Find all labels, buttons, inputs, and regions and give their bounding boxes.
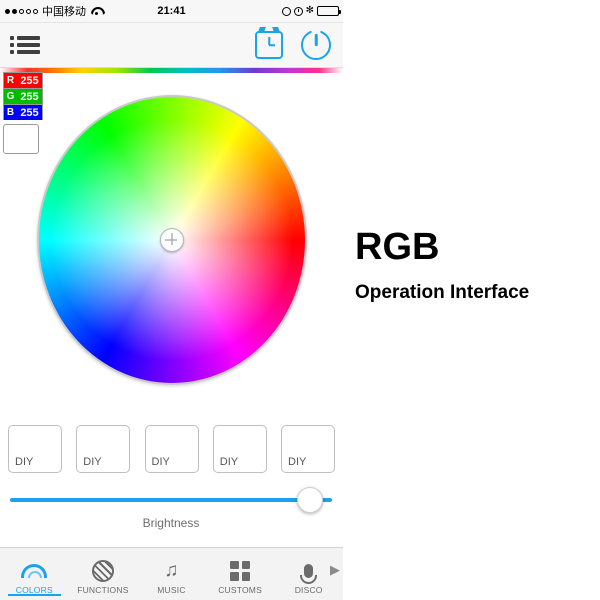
diy-button-2[interactable]: DIY xyxy=(76,425,131,473)
striped-circle-icon xyxy=(69,558,138,584)
diy-button-3[interactable]: DIY xyxy=(144,425,199,473)
brightness-slider-track[interactable] xyxy=(10,487,332,513)
diy-button-label: DIY xyxy=(219,456,239,468)
caption-block: RGB Operation Interface xyxy=(355,228,595,304)
menu-dot xyxy=(10,43,14,47)
color-wheel[interactable] xyxy=(34,92,312,390)
color-wheel-disc[interactable] xyxy=(37,95,307,385)
tab-functions[interactable]: FUNCTIONS xyxy=(69,554,138,595)
grid-squares-icon xyxy=(206,558,275,584)
diy-button-label: DIY xyxy=(15,456,34,468)
tab-customs[interactable]: CUSTOMS xyxy=(206,554,275,595)
tab-label: CUSTOMS xyxy=(218,584,262,595)
tab-colors[interactable]: COLORS xyxy=(0,554,69,596)
phone-screen: 中国移动 21:41 ✻ R 255 G 255 B 255 DIY DIY D… xyxy=(0,0,343,600)
rgb-channel-label: R xyxy=(6,75,15,86)
tab-music[interactable]: ♫ MUSIC xyxy=(137,554,206,595)
diy-button-label: DIY xyxy=(83,456,102,468)
battery-icon xyxy=(317,6,341,16)
music-note-icon: ♫ xyxy=(164,559,179,581)
app-nav-bar xyxy=(0,23,343,68)
menu-dot xyxy=(10,36,14,40)
bluetooth-icon: ✻ xyxy=(305,5,314,16)
status-bar-right: ✻ xyxy=(281,5,341,16)
menu-line xyxy=(17,43,40,47)
status-bar: 中国移动 21:41 ✻ xyxy=(0,0,343,23)
nav-bar-actions xyxy=(255,27,331,60)
bottom-tab-bar: COLORS FUNCTIONS ♫ MUSIC CUSTOMS DISCO ▶ xyxy=(0,547,343,600)
alarm-clock-icon xyxy=(293,6,303,16)
rgb-channel-value: 255 xyxy=(20,74,39,87)
tab-label: FUNCTIONS xyxy=(77,584,129,595)
rgb-row-red: R 255 xyxy=(3,72,43,88)
diy-button-5[interactable]: DIY xyxy=(281,425,335,473)
diy-button-label: DIY xyxy=(288,456,307,468)
menu-line xyxy=(17,50,40,54)
caption-subtitle: Operation Interface xyxy=(355,282,530,303)
rgb-channel-label: B xyxy=(6,107,15,118)
timer-ear-left xyxy=(258,27,266,32)
tab-label: MUSIC xyxy=(157,584,186,595)
diy-button-4[interactable]: DIY xyxy=(212,425,267,473)
brightness-label: Brightness xyxy=(142,516,200,530)
tab-bar-more-arrow-icon[interactable]: ▶ xyxy=(330,562,340,578)
timer-ears xyxy=(257,27,281,32)
menu-line xyxy=(17,36,40,40)
diy-button-1[interactable]: DIY xyxy=(8,425,62,473)
rainbow-icon xyxy=(0,558,69,584)
power-icon[interactable] xyxy=(301,30,331,60)
timer-ear-right xyxy=(272,27,280,32)
hamburger-menu-icon[interactable] xyxy=(10,33,40,57)
caption-title: RGB xyxy=(355,226,440,268)
brightness-slider[interactable]: Brightness xyxy=(10,487,332,530)
diy-button-label: DIY xyxy=(151,456,170,468)
rgb-channel-label: G xyxy=(6,91,15,102)
rainbow-divider xyxy=(0,68,343,73)
menu-row xyxy=(10,50,40,54)
tab-label: DISCO xyxy=(294,584,323,595)
menu-row xyxy=(10,43,40,47)
diy-button-row: DIY DIY DIY DIY DIY xyxy=(8,425,335,473)
tab-label: COLORS xyxy=(15,584,53,595)
crosshair-cursor-icon[interactable] xyxy=(160,228,184,252)
menu-row xyxy=(10,36,40,40)
brightness-slider-knob[interactable] xyxy=(297,487,323,513)
timer-icon[interactable] xyxy=(255,27,283,59)
menu-dot xyxy=(10,50,14,54)
rotation-lock-icon xyxy=(281,6,291,16)
